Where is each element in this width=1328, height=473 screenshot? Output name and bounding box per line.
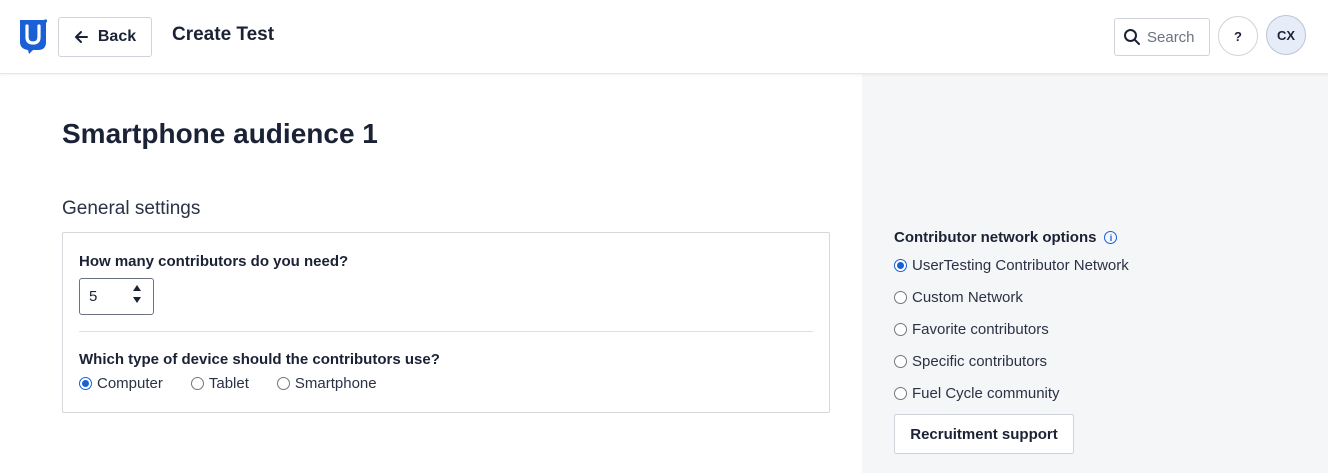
radio-custom[interactable]: [894, 291, 907, 304]
device-label-computer: Computer: [97, 375, 163, 392]
network-options-title: Contributor network options i: [894, 229, 1118, 246]
network-label-usertesting: UserTesting Contributor Network: [912, 257, 1129, 274]
contributors-stepper[interactable]: 5: [79, 278, 154, 315]
network-option-usertesting[interactable]: UserTesting Contributor Network: [894, 256, 1129, 275]
stepper-arrows: [133, 285, 141, 303]
network-option-favorite[interactable]: Favorite contributors: [894, 320, 1129, 339]
arrow-left-icon: [74, 31, 88, 43]
radio-specific[interactable]: [894, 355, 907, 368]
search-input[interactable]: [1147, 28, 1207, 46]
avatar[interactable]: CX: [1266, 15, 1306, 55]
radio-smartphone[interactable]: [276, 377, 290, 390]
section-label: General settings: [62, 198, 201, 219]
device-option-tablet[interactable]: Tablet: [190, 375, 249, 392]
device-option-smartphone[interactable]: Smartphone: [276, 375, 377, 392]
audience-title: Smartphone audience 1: [62, 118, 378, 149]
radio-fuel-cycle[interactable]: [894, 387, 907, 400]
main-content: Smartphone audience 1 General settings H…: [0, 74, 862, 473]
network-option-fuel-cycle[interactable]: Fuel Cycle community: [894, 384, 1129, 403]
settings-card: How many contributors do you need? 5 Whi…: [62, 232, 830, 413]
usertesting-logo[interactable]: [18, 18, 48, 54]
help-button[interactable]: ?: [1218, 16, 1258, 56]
device-question: Which type of device should the contribu…: [79, 351, 440, 368]
recruitment-support-button[interactable]: Recruitment support: [894, 414, 1074, 454]
contributors-value[interactable]: 5: [80, 288, 120, 305]
right-panel: Contributor network options i UserTestin…: [862, 74, 1328, 473]
radio-usertesting[interactable]: [894, 259, 907, 272]
contributors-question: How many contributors do you need?: [79, 253, 349, 270]
device-options: Computer Tablet Smartphone: [79, 375, 377, 392]
page-title: Create Test: [172, 24, 275, 45]
info-icon[interactable]: i: [1104, 231, 1118, 244]
divider: [79, 331, 813, 332]
device-option-computer[interactable]: Computer: [79, 375, 163, 392]
network-label-specific: Specific contributors: [912, 353, 1048, 370]
device-label-tablet: Tablet: [208, 375, 249, 392]
device-label-smartphone: Smartphone: [294, 375, 377, 392]
back-label: Back: [97, 28, 137, 45]
network-label-custom: Custom Network: [912, 289, 1023, 306]
increment-arrow-icon[interactable]: [133, 285, 141, 291]
search-box[interactable]: [1114, 18, 1210, 56]
top-bar: Back Create Test ? CX: [0, 0, 1328, 74]
network-label-fuel-cycle: Fuel Cycle community: [912, 385, 1060, 402]
radio-tablet[interactable]: [190, 377, 204, 390]
network-label-favorite: Favorite contributors: [912, 321, 1049, 338]
search-icon: [1124, 29, 1140, 45]
network-options-list: UserTesting Contributor Network Custom N…: [894, 256, 1129, 403]
network-option-custom[interactable]: Custom Network: [894, 288, 1129, 307]
back-button[interactable]: Back: [58, 17, 152, 57]
radio-computer[interactable]: [79, 377, 92, 390]
network-title-label: Contributor network options: [894, 229, 1097, 246]
radio-favorite[interactable]: [894, 323, 907, 336]
decrement-arrow-icon[interactable]: [133, 297, 141, 303]
network-option-specific[interactable]: Specific contributors: [894, 352, 1129, 371]
